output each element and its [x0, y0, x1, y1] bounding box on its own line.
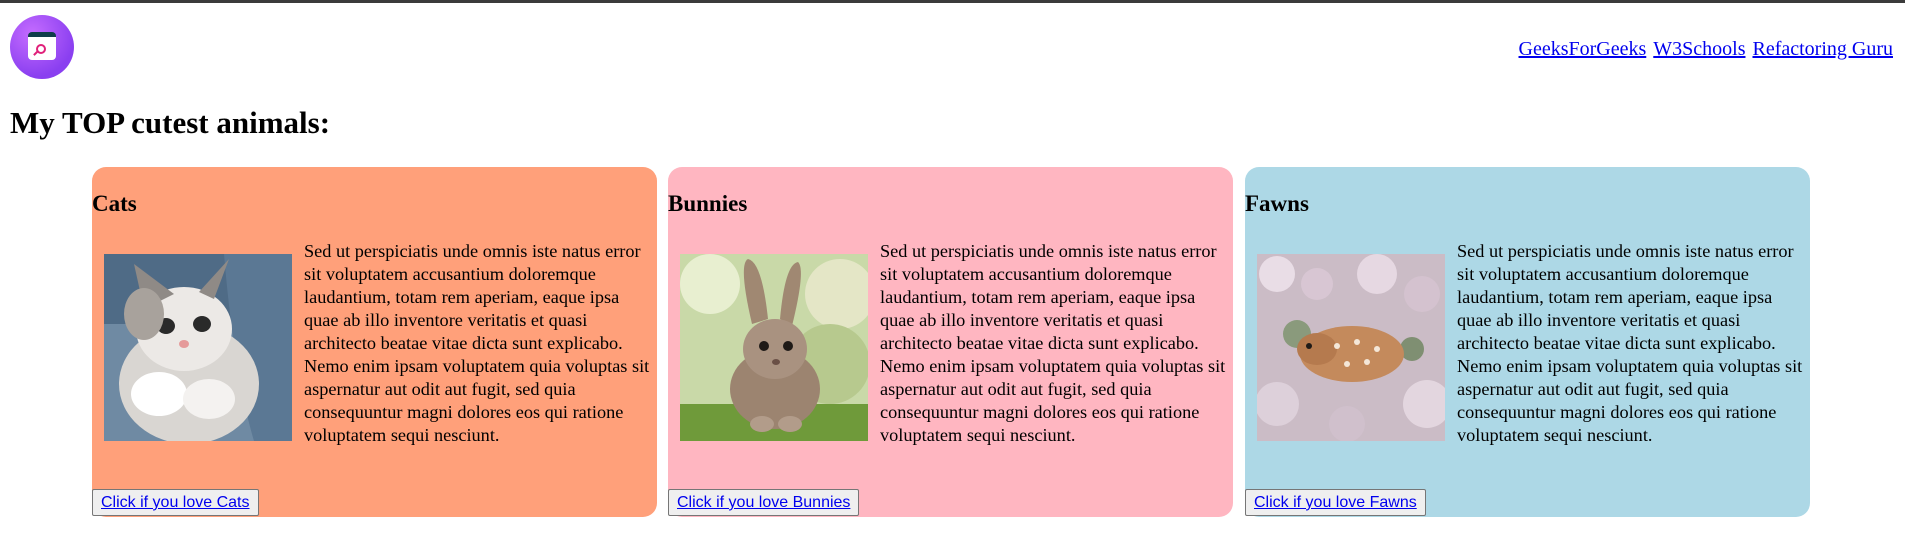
nav-link-refactoring-guru[interactable]: Refactoring Guru — [1752, 38, 1893, 60]
fawn-image — [1257, 254, 1445, 441]
magnifier-icon — [28, 32, 56, 60]
card-description: Sed ut perspiciatis unde omnis iste natu… — [304, 241, 650, 445]
card-cats: Cats Sed ut perspiciatis unde omnis iste… — [92, 167, 657, 517]
love-cats-button[interactable]: Click if you love Cats — [92, 489, 259, 516]
app-logo — [10, 15, 74, 79]
love-bunnies-button[interactable]: Click if you love Bunnies — [668, 489, 860, 516]
nav-link-w3schools[interactable]: W3Schools — [1653, 38, 1745, 60]
card-fawns: Fawns Sed ut perspiciatis unde omnis ist… — [1245, 167, 1810, 517]
cat-image — [104, 254, 292, 441]
card-description: Sed ut perspiciatis unde omnis iste natu… — [880, 241, 1226, 445]
top-nav: GeeksForGeeks W3Schools Refactoring Guru — [1517, 38, 1893, 61]
bunny-image — [680, 254, 868, 441]
nav-link-geeksforgeeks[interactable]: GeeksForGeeks — [1519, 38, 1647, 60]
page-title: My TOP cutest animals: — [10, 105, 331, 140]
love-fawns-button[interactable]: Click if you love Fawns — [1245, 489, 1426, 516]
card-title: Bunnies — [668, 191, 748, 216]
card-bunnies: Bunnies Sed ut perspiciatis unde omnis i… — [668, 167, 1233, 517]
card-title: Fawns — [1245, 191, 1309, 216]
card-description: Sed ut perspiciatis unde omnis iste natu… — [1457, 241, 1803, 445]
card-title: Cats — [92, 191, 137, 216]
